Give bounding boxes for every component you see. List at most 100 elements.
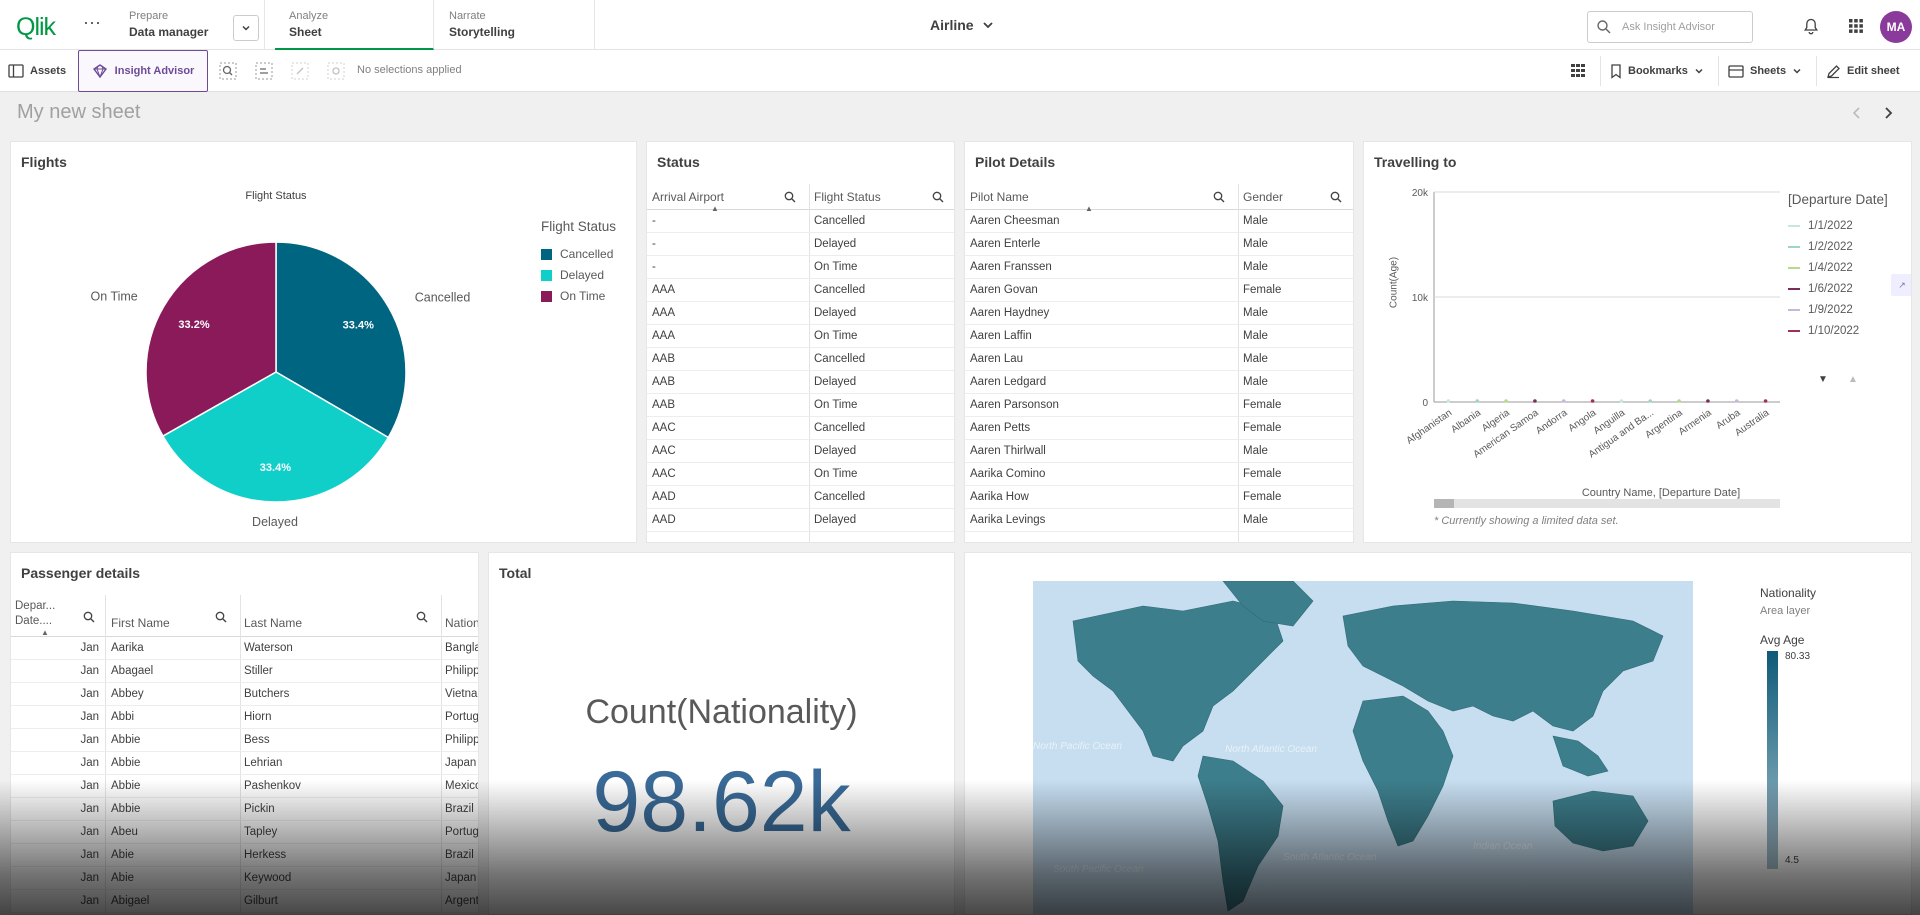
table-cell[interactable]: Delayed (814, 371, 949, 394)
edit-sheet-button[interactable]: Edit sheet (1826, 50, 1900, 92)
table-cell[interactable]: Abbie (111, 729, 236, 752)
apps-grid-icon[interactable] (1845, 15, 1867, 37)
table-cell[interactable]: Male (1243, 440, 1348, 463)
table-row[interactable]: AAB Cancelled (647, 348, 954, 371)
table-cell[interactable]: Aaren Thirlwall (970, 440, 1230, 463)
table-cell[interactable]: Aaren Govan (970, 279, 1230, 302)
qlik-logo[interactable]: Qlik (16, 13, 56, 42)
scrollbar-thumb[interactable] (1434, 499, 1454, 508)
table-row[interactable]: Aaren Cheesman Male (965, 210, 1353, 233)
table-cell[interactable]: Jan (15, 821, 99, 844)
insight-search-input[interactable] (1622, 21, 1742, 33)
table-row[interactable]: Aaren Enterle Male (965, 233, 1353, 256)
table-row[interactable]: AAA Delayed (647, 302, 954, 325)
sheets-button[interactable]: Sheets (1728, 50, 1802, 92)
nav-narrate[interactable]: Narrate Storytelling (435, 0, 595, 50)
search-icon[interactable] (415, 610, 429, 624)
table-cell[interactable]: Jan (15, 798, 99, 821)
table-cell[interactable]: Argent (445, 890, 478, 913)
table-row[interactable]: Jan Abie Keywood Japan (11, 867, 478, 890)
search-icon[interactable] (82, 610, 96, 624)
table-row[interactable]: AAC On Time (647, 463, 954, 486)
north-america-shape[interactable] (1072, 600, 1284, 762)
table-row[interactable]: Jan Abbey Butchers Vietna (11, 683, 478, 706)
data-point[interactable] (1533, 399, 1537, 403)
table-row[interactable]: AAB Delayed (647, 371, 954, 394)
table-cell[interactable]: Japan (445, 752, 478, 775)
col-header-departure-date[interactable]: Depar... Date.... (15, 599, 63, 629)
table-cell[interactable]: Male (1243, 233, 1348, 256)
flights-panel[interactable]: Flights Flight Status 33.4% Cancelled 33.4… (10, 141, 637, 543)
table-row[interactable]: Jan Abagael Stiller Philipp (11, 660, 478, 683)
table-cell[interactable]: Aaren Cheesman (970, 210, 1230, 233)
africa-shape[interactable] (1352, 695, 1454, 847)
table-row[interactable]: Aaren Ledgard Male (965, 371, 1353, 394)
table-cell[interactable]: Male (1243, 210, 1348, 233)
table-cell[interactable]: Brazil (445, 844, 478, 867)
search-icon[interactable] (1212, 190, 1226, 204)
table-cell[interactable]: On Time (814, 463, 949, 486)
legend-scroll-up-icon[interactable]: ▲ (1846, 372, 1860, 386)
table-cell[interactable]: Aaren Petts (970, 417, 1230, 440)
table-row[interactable]: Jan Abeu Tapley Portug (11, 821, 478, 844)
table-cell[interactable]: Lehrian (244, 752, 434, 775)
legend-scroll-down-icon[interactable]: ▼ (1816, 372, 1830, 386)
table-cell[interactable]: Aarika (111, 637, 236, 660)
table-row[interactable]: Aarika Comino Female (965, 463, 1353, 486)
table-cell[interactable]: - (652, 233, 802, 256)
table-cell[interactable]: Cancelled (814, 348, 949, 371)
table-cell[interactable]: Abbie (111, 798, 236, 821)
table-cell[interactable]: Female (1243, 463, 1348, 486)
table-cell[interactable]: Cancelled (814, 486, 949, 509)
table-row[interactable]: Aaren Govan Female (965, 279, 1353, 302)
search-icon[interactable] (1329, 190, 1343, 204)
table-cell[interactable]: Stiller (244, 660, 434, 683)
chart-scrollbar[interactable] (1434, 499, 1780, 508)
table-cell[interactable]: AAA (652, 279, 802, 302)
table-cell[interactable]: Pashenkov (244, 775, 434, 798)
selections-tool-icon[interactable] (254, 61, 274, 81)
table-row[interactable]: Aarika How Female (965, 486, 1353, 509)
table-cell[interactable]: Portug (445, 821, 478, 844)
table-row[interactable]: Aaren Lau Male (965, 348, 1353, 371)
clear-selections-icon[interactable] (326, 61, 346, 81)
table-cell[interactable]: Waterson (244, 637, 434, 660)
bookmarks-button[interactable]: Bookmarks (1610, 50, 1704, 92)
notifications-icon[interactable] (1800, 15, 1822, 37)
table-cell[interactable]: Female (1243, 394, 1348, 417)
table-row[interactable]: Jan Abbi Hiorn Portug (11, 706, 478, 729)
previous-sheet-icon[interactable] (1847, 103, 1867, 123)
table-cell[interactable]: Tapley (244, 821, 434, 844)
table-cell[interactable]: Abie (111, 867, 236, 890)
table-cell[interactable]: Aaren Enterle (970, 233, 1230, 256)
table-row[interactable]: Aaren Laffin Male (965, 325, 1353, 348)
table-row[interactable]: AAA On Time (647, 325, 954, 348)
table-cell[interactable]: Gilburt (244, 890, 434, 913)
table-cell[interactable]: Jan (15, 775, 99, 798)
table-cell[interactable]: Jan (15, 683, 99, 706)
table-row[interactable]: - Delayed (647, 233, 954, 256)
table-row[interactable]: AAA Cancelled (647, 279, 954, 302)
table-cell[interactable]: Female (1243, 486, 1348, 509)
table-cell[interactable]: AAD (652, 486, 802, 509)
table-cell[interactable]: Delayed (814, 509, 949, 532)
data-point[interactable] (1590, 399, 1595, 403)
table-cell[interactable]: Aarika How (970, 486, 1230, 509)
table-cell[interactable]: Cancelled (814, 417, 949, 440)
table-cell[interactable]: On Time (814, 325, 949, 348)
search-icon[interactable] (214, 610, 228, 624)
map-area[interactable]: North Pacific Ocean North Atlantic Ocean… (1033, 581, 1693, 914)
data-point[interactable] (1561, 399, 1566, 403)
table-cell[interactable]: Butchers (244, 683, 434, 706)
pie-chart[interactable]: 33.4% Cancelled 33.4% Delayed 33.2% On Time (11, 142, 637, 543)
col-header-status[interactable]: Flight Status (814, 190, 881, 204)
table-row[interactable]: Jan Aarika Waterson Bangla (11, 637, 478, 660)
table-cell[interactable]: Aaren Franssen (970, 256, 1230, 279)
table-cell[interactable]: Male (1243, 348, 1348, 371)
table-cell[interactable]: Aaren Ledgard (970, 371, 1230, 394)
legend-item-cancelled[interactable]: Cancelled (541, 247, 613, 261)
table-cell[interactable]: Female (1243, 279, 1348, 302)
table-cell[interactable]: Aarika Levings (970, 509, 1230, 532)
status-panel[interactable]: Status Arrival Airport ▲ Flight Status -… (646, 141, 955, 543)
table-cell[interactable]: Abagael (111, 660, 236, 683)
